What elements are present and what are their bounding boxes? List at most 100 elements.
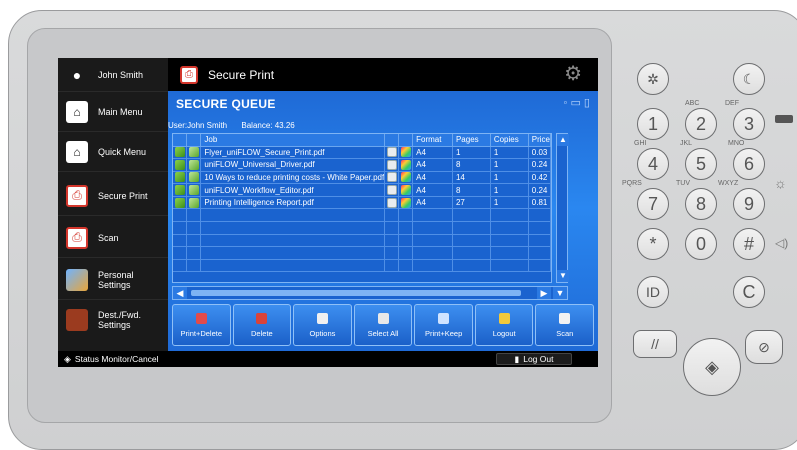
key-2[interactable]: 2 xyxy=(685,108,717,140)
scroll-track[interactable] xyxy=(191,290,521,296)
reset-key[interactable]: // xyxy=(633,330,677,358)
job-name-cell: Flyer_uniFLOW_Secure_Print.pdf xyxy=(200,146,386,160)
table-row[interactable]: uniFLOW_Universal_Driver.pdf A4 8 1 0.24 xyxy=(173,158,552,172)
user-icon: ● xyxy=(72,66,82,83)
empty-cell xyxy=(528,234,552,248)
stop-key[interactable]: ⊘ xyxy=(745,330,783,364)
print-status-icon: ◦ ▭ ▯ xyxy=(563,97,590,109)
id-key[interactable]: ID xyxy=(637,276,669,308)
price-cell: 0.24 xyxy=(528,183,552,197)
column-header[interactable]: Job xyxy=(200,134,386,147)
sidebar-item-secure-print[interactable]: ⎙ Secure Print xyxy=(58,176,168,216)
empty-cell xyxy=(186,221,202,235)
copies-cell: 1 xyxy=(490,196,529,210)
empty-cell xyxy=(200,246,386,260)
horizontal-scrollbar[interactable]: ◀ ▶ ▼ xyxy=(172,286,568,300)
column-header[interactable]: Format xyxy=(412,134,453,147)
key-8[interactable]: 8 xyxy=(685,188,717,220)
row-color-cell xyxy=(398,196,414,210)
row-status-cell xyxy=(186,171,202,185)
secure-queue-panel: SECURE QUEUE ◦ ▭ ▯ User:John Smith Balan… xyxy=(168,91,598,351)
empty-cell xyxy=(452,246,491,260)
row-status-cell xyxy=(186,158,202,172)
empty-cell xyxy=(173,246,188,260)
print-keep-button[interactable]: Print+Keep xyxy=(414,304,473,346)
settings-icon: ✲ xyxy=(647,70,659,87)
key-4[interactable]: 4 xyxy=(637,148,669,180)
sidebar-item-main-menu[interactable]: ⌂ Main Menu xyxy=(58,92,168,132)
scroll-up-button[interactable]: ▲ xyxy=(557,134,569,146)
column-header[interactable]: Price xyxy=(528,134,552,147)
sidebar-item-dest-fwd-settings[interactable]: Dest./Fwd. Settings xyxy=(58,300,168,340)
delete-icon xyxy=(256,312,268,324)
job-name-cell: uniFLOW_Universal_Driver.pdf xyxy=(200,158,386,172)
format-cell: A4 xyxy=(412,196,453,210)
secure-print-icon: ⎙ xyxy=(180,65,198,84)
select-checkbox-icon xyxy=(174,147,185,158)
sidebar-item-label: Quick Menu xyxy=(98,146,147,157)
vertical-scrollbar[interactable]: ▲ ▼ xyxy=(556,133,569,283)
log-out-button[interactable]: ▮ Log Out xyxy=(496,353,572,365)
scroll-down-button[interactable]: ▼ xyxy=(557,270,569,282)
sidebar-item-scan[interactable]: ⎙ Scan xyxy=(58,218,168,258)
row-status-cell xyxy=(186,196,202,210)
touch-screen: ● John Smith ⌂ Main Menu ⌂ Quick Menu ⎙ … xyxy=(58,58,598,367)
clear-key[interactable]: C xyxy=(733,276,765,308)
select-checkbox-icon xyxy=(174,159,185,170)
price-cell: 0.42 xyxy=(528,171,552,185)
select-checkbox-icon xyxy=(174,172,185,183)
print-delete-icon xyxy=(195,312,207,324)
sidebar-item-user[interactable]: ● John Smith xyxy=(58,58,168,92)
key-1[interactable]: 1 xyxy=(637,108,669,140)
sidebar-item-quick-menu[interactable]: ⌂ Quick Menu xyxy=(58,132,168,172)
row-color-cell xyxy=(398,171,414,185)
key-letters: PQRS xyxy=(622,180,642,187)
status-monitor-label: Status Monitor/Cancel xyxy=(74,354,159,364)
column-header[interactable]: Copies xyxy=(490,134,529,147)
empty-cell xyxy=(200,259,386,273)
key-9[interactable]: 9 xyxy=(733,188,765,220)
status-monitor-button[interactable]: ◈ Status Monitor/Cancel xyxy=(64,354,159,365)
scan-button[interactable]: Scan xyxy=(535,304,595,346)
settings-key[interactable]: ✲ xyxy=(637,63,669,95)
options-button[interactable]: Options xyxy=(293,304,352,346)
color-flag-icon xyxy=(400,159,411,170)
key-7[interactable]: 7 xyxy=(637,188,669,220)
key-0[interactable]: 0 xyxy=(685,228,717,260)
table-row[interactable]: Flyer_uniFLOW_Secure_Print.pdf A4 1 1 0.03 xyxy=(173,146,552,160)
key-6[interactable]: 6 xyxy=(733,148,765,180)
empty-cell xyxy=(398,246,414,260)
delete-button[interactable]: Delete xyxy=(232,304,292,346)
key-letters: WXYZ xyxy=(718,180,739,187)
key-hash[interactable]: # xyxy=(733,228,765,260)
empty-row xyxy=(173,259,552,273)
scroll-left-button[interactable]: ◀ xyxy=(173,287,187,299)
price-cell: 0.03 xyxy=(528,146,552,160)
scroll-down-button[interactable]: ▼ xyxy=(553,287,567,299)
empty-cell xyxy=(398,234,414,248)
color-flag-icon xyxy=(400,147,411,158)
select-all-button[interactable]: Select All xyxy=(353,304,413,346)
scan-icon xyxy=(559,312,571,324)
select-checkbox-icon xyxy=(174,197,185,208)
key-asterisk[interactable]: * xyxy=(637,228,669,260)
start-key[interactable]: ◈ xyxy=(683,338,741,396)
sidebar-item-personal-settings[interactable]: Personal Settings xyxy=(58,260,168,300)
status-icon xyxy=(188,185,199,196)
empty-cell xyxy=(384,208,400,223)
color-flag-icon xyxy=(400,185,411,196)
energy-saver-key[interactable]: ☾ xyxy=(733,63,765,95)
key-5[interactable]: 5 xyxy=(685,148,717,180)
table-row[interactable]: uniFLOW_Workflow_Editor.pdf A4 8 1 0.24 xyxy=(173,183,552,197)
key-3[interactable]: 3 xyxy=(733,108,765,140)
table-row[interactable]: Printing Intelligence Report.pdf A4 27 1 0.8… xyxy=(173,196,552,210)
scroll-right-button[interactable]: ▶ xyxy=(537,287,551,299)
gear-icon[interactable]: ⚙ xyxy=(564,64,582,84)
logout-button[interactable]: Logout xyxy=(474,304,534,346)
status-monitor-icon: ◈ xyxy=(64,353,71,364)
print-delete-button[interactable]: Print+Delete xyxy=(172,304,231,346)
empty-cell xyxy=(398,221,414,235)
column-header[interactable]: Pages xyxy=(452,134,491,147)
table-row[interactable]: 10 Ways to reduce printing costs - White… xyxy=(173,171,552,185)
key-letters: JKL xyxy=(680,140,693,147)
